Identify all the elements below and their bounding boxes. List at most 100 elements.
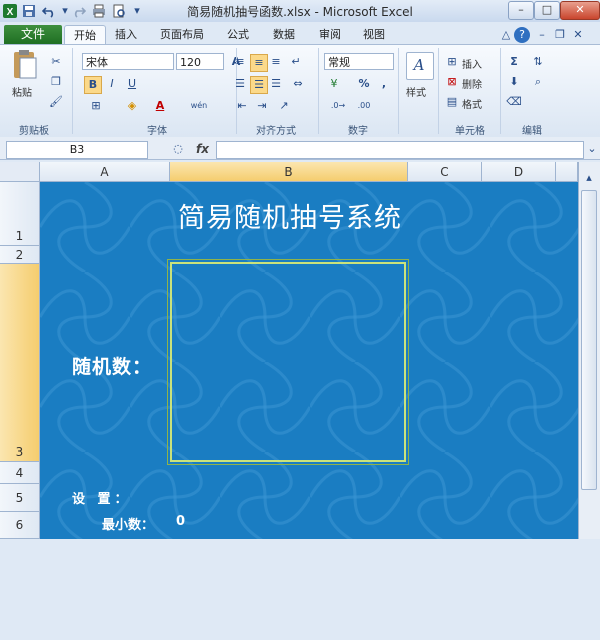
underline-button[interactable]: U xyxy=(124,76,140,92)
align-left-icon[interactable]: ☰ xyxy=(232,76,248,92)
sort-filter-icon[interactable]: ⇅ xyxy=(530,54,546,70)
tab-file[interactable]: 文件 xyxy=(4,25,62,44)
group-separator xyxy=(500,48,501,134)
tab-insert[interactable]: 插入 xyxy=(108,25,144,44)
delete-cells-icon[interactable]: ⊠ xyxy=(444,74,460,90)
group-label-number: 数字 xyxy=(348,126,368,137)
increase-decimal-icon[interactable]: .0→ xyxy=(328,98,348,114)
row-header-6[interactable]: 6 xyxy=(0,512,40,539)
format-cells-label[interactable]: 格式 xyxy=(462,96,482,111)
format-painter-icon[interactable]: 🖌 xyxy=(48,94,64,110)
format-cells-icon[interactable]: ▤ xyxy=(444,94,460,110)
redo-icon[interactable] xyxy=(72,4,87,18)
align-bottom-icon[interactable]: ≡ xyxy=(268,54,284,70)
tab-formulas[interactable]: 公式 xyxy=(220,25,256,44)
formula-input[interactable] xyxy=(216,141,584,159)
fill-icon[interactable]: ⬇ xyxy=(506,74,522,90)
styles-button-label[interactable]: 样式 xyxy=(406,84,426,99)
save-icon[interactable] xyxy=(22,4,36,18)
font-name-combo[interactable]: 宋体 xyxy=(82,53,174,70)
insert-cells-label[interactable]: 插入 xyxy=(462,56,482,71)
merge-center-icon[interactable]: ⇔ xyxy=(290,76,306,92)
undo-icon[interactable] xyxy=(41,4,56,18)
name-box[interactable]: B3 xyxy=(6,141,148,159)
print-preview-icon[interactable] xyxy=(112,4,126,18)
orientation-icon[interactable]: ↗ xyxy=(276,98,292,114)
customize-toolbar-icon[interactable]: ▾ xyxy=(130,4,144,18)
column-header-b[interactable]: B xyxy=(170,162,408,182)
delete-cells-label[interactable]: 删除 xyxy=(462,76,482,91)
row-header-4[interactable]: 4 xyxy=(0,462,40,484)
tab-page-layout[interactable]: 页面布局 xyxy=(150,25,214,44)
random-number-cell[interactable] xyxy=(167,259,409,465)
paste-icon[interactable] xyxy=(8,50,40,80)
italic-button[interactable]: I xyxy=(104,76,120,92)
minimize-button[interactable]: – xyxy=(508,1,534,20)
phonetic-icon[interactable]: wén xyxy=(188,98,210,114)
align-middle-icon[interactable]: ≡ xyxy=(250,54,268,72)
paste-button-label[interactable]: 粘贴 xyxy=(12,84,32,99)
chevron-down-icon[interactable]: ▾ xyxy=(58,4,72,18)
increase-indent-icon[interactable]: ⇥ xyxy=(254,98,270,114)
column-header-d[interactable]: D xyxy=(482,162,556,182)
group-label-clipboard: 剪贴板 xyxy=(19,126,49,137)
find-select-icon[interactable]: ⌕ xyxy=(530,74,546,90)
random-number-label: 随机数： xyxy=(72,356,153,378)
help-icon[interactable]: ? xyxy=(514,27,530,43)
tab-home[interactable]: 开始 xyxy=(64,25,106,45)
insert-function-button[interactable]: fx xyxy=(196,140,212,158)
column-header-c[interactable]: C xyxy=(408,162,482,182)
tab-data[interactable]: 数据 xyxy=(266,25,302,44)
row-header-3[interactable]: 3 xyxy=(0,264,40,462)
insert-cells-icon[interactable]: ⊞ xyxy=(444,54,460,70)
settings-label: 设 置： xyxy=(72,492,132,507)
bold-button[interactable]: B xyxy=(84,76,102,94)
autosum-button[interactable]: Σ xyxy=(506,54,522,70)
column-header-a[interactable]: A xyxy=(40,162,170,182)
align-top-icon[interactable]: ≡ xyxy=(232,54,248,70)
collapse-ribbon-icon[interactable]: △ xyxy=(498,27,514,43)
comma-button[interactable]: , xyxy=(376,76,392,92)
borders-icon[interactable]: ⊞ xyxy=(88,98,104,114)
clear-icon[interactable]: ⌫ xyxy=(506,94,522,110)
scroll-up-icon[interactable]: ▴ xyxy=(581,170,597,186)
column-header-e[interactable] xyxy=(556,162,578,182)
align-right-icon[interactable]: ☰ xyxy=(268,76,284,92)
styles-icon[interactable]: A xyxy=(406,52,434,80)
percent-button[interactable]: % xyxy=(356,76,372,92)
maximize-button[interactable]: □ xyxy=(534,1,560,20)
minimize-workbook-icon[interactable]: – xyxy=(534,27,550,43)
group-separator xyxy=(318,48,319,134)
system-title: 简易随机抽号系统 xyxy=(178,203,402,234)
copy-icon[interactable]: ❐ xyxy=(48,74,64,90)
select-all-corner[interactable] xyxy=(0,162,40,182)
scrollbar-thumb[interactable] xyxy=(581,190,597,490)
wrap-text-icon[interactable]: ↵ xyxy=(288,54,304,70)
row-header-5[interactable]: 5 xyxy=(0,484,40,512)
decrease-indent-icon[interactable]: ⇤ xyxy=(234,98,250,114)
tab-review[interactable]: 审阅 xyxy=(312,25,348,44)
number-format-combo[interactable]: 常规 xyxy=(324,53,394,70)
close-button[interactable]: ✕ xyxy=(560,1,600,20)
font-color-icon[interactable]: A xyxy=(152,98,168,114)
row-header-2[interactable]: 2 xyxy=(0,246,40,264)
insert-function-expand-icon[interactable]: ◌ xyxy=(170,141,186,157)
min-number-label: 最小数： xyxy=(102,518,155,533)
tab-view[interactable]: 视图 xyxy=(356,25,392,44)
group-label-styles xyxy=(398,122,438,134)
restore-workbook-icon[interactable]: ❐ xyxy=(552,27,568,43)
excel-icon[interactable]: X xyxy=(3,4,17,18)
window-title: 简易随机抽号函数.xlsx - Microsoft Excel xyxy=(187,5,413,19)
align-center-icon[interactable]: ☰ xyxy=(250,76,268,94)
print-icon[interactable] xyxy=(92,4,106,18)
min-number-value[interactable]: 0 xyxy=(176,514,185,529)
fill-color-icon[interactable]: ◈ xyxy=(124,98,140,114)
close-workbook-icon[interactable]: ✕ xyxy=(570,27,586,43)
row-header-1[interactable]: 1 xyxy=(0,182,40,246)
cut-icon[interactable]: ✂ xyxy=(48,54,64,70)
expand-formula-bar-icon[interactable]: ⌄ xyxy=(584,141,600,157)
decrease-decimal-icon[interactable]: .00 xyxy=(354,98,374,114)
group-label-editing: 编辑 xyxy=(522,126,542,137)
font-size-combo[interactable]: 120 xyxy=(176,53,224,70)
currency-icon[interactable]: ¥ xyxy=(326,76,342,92)
